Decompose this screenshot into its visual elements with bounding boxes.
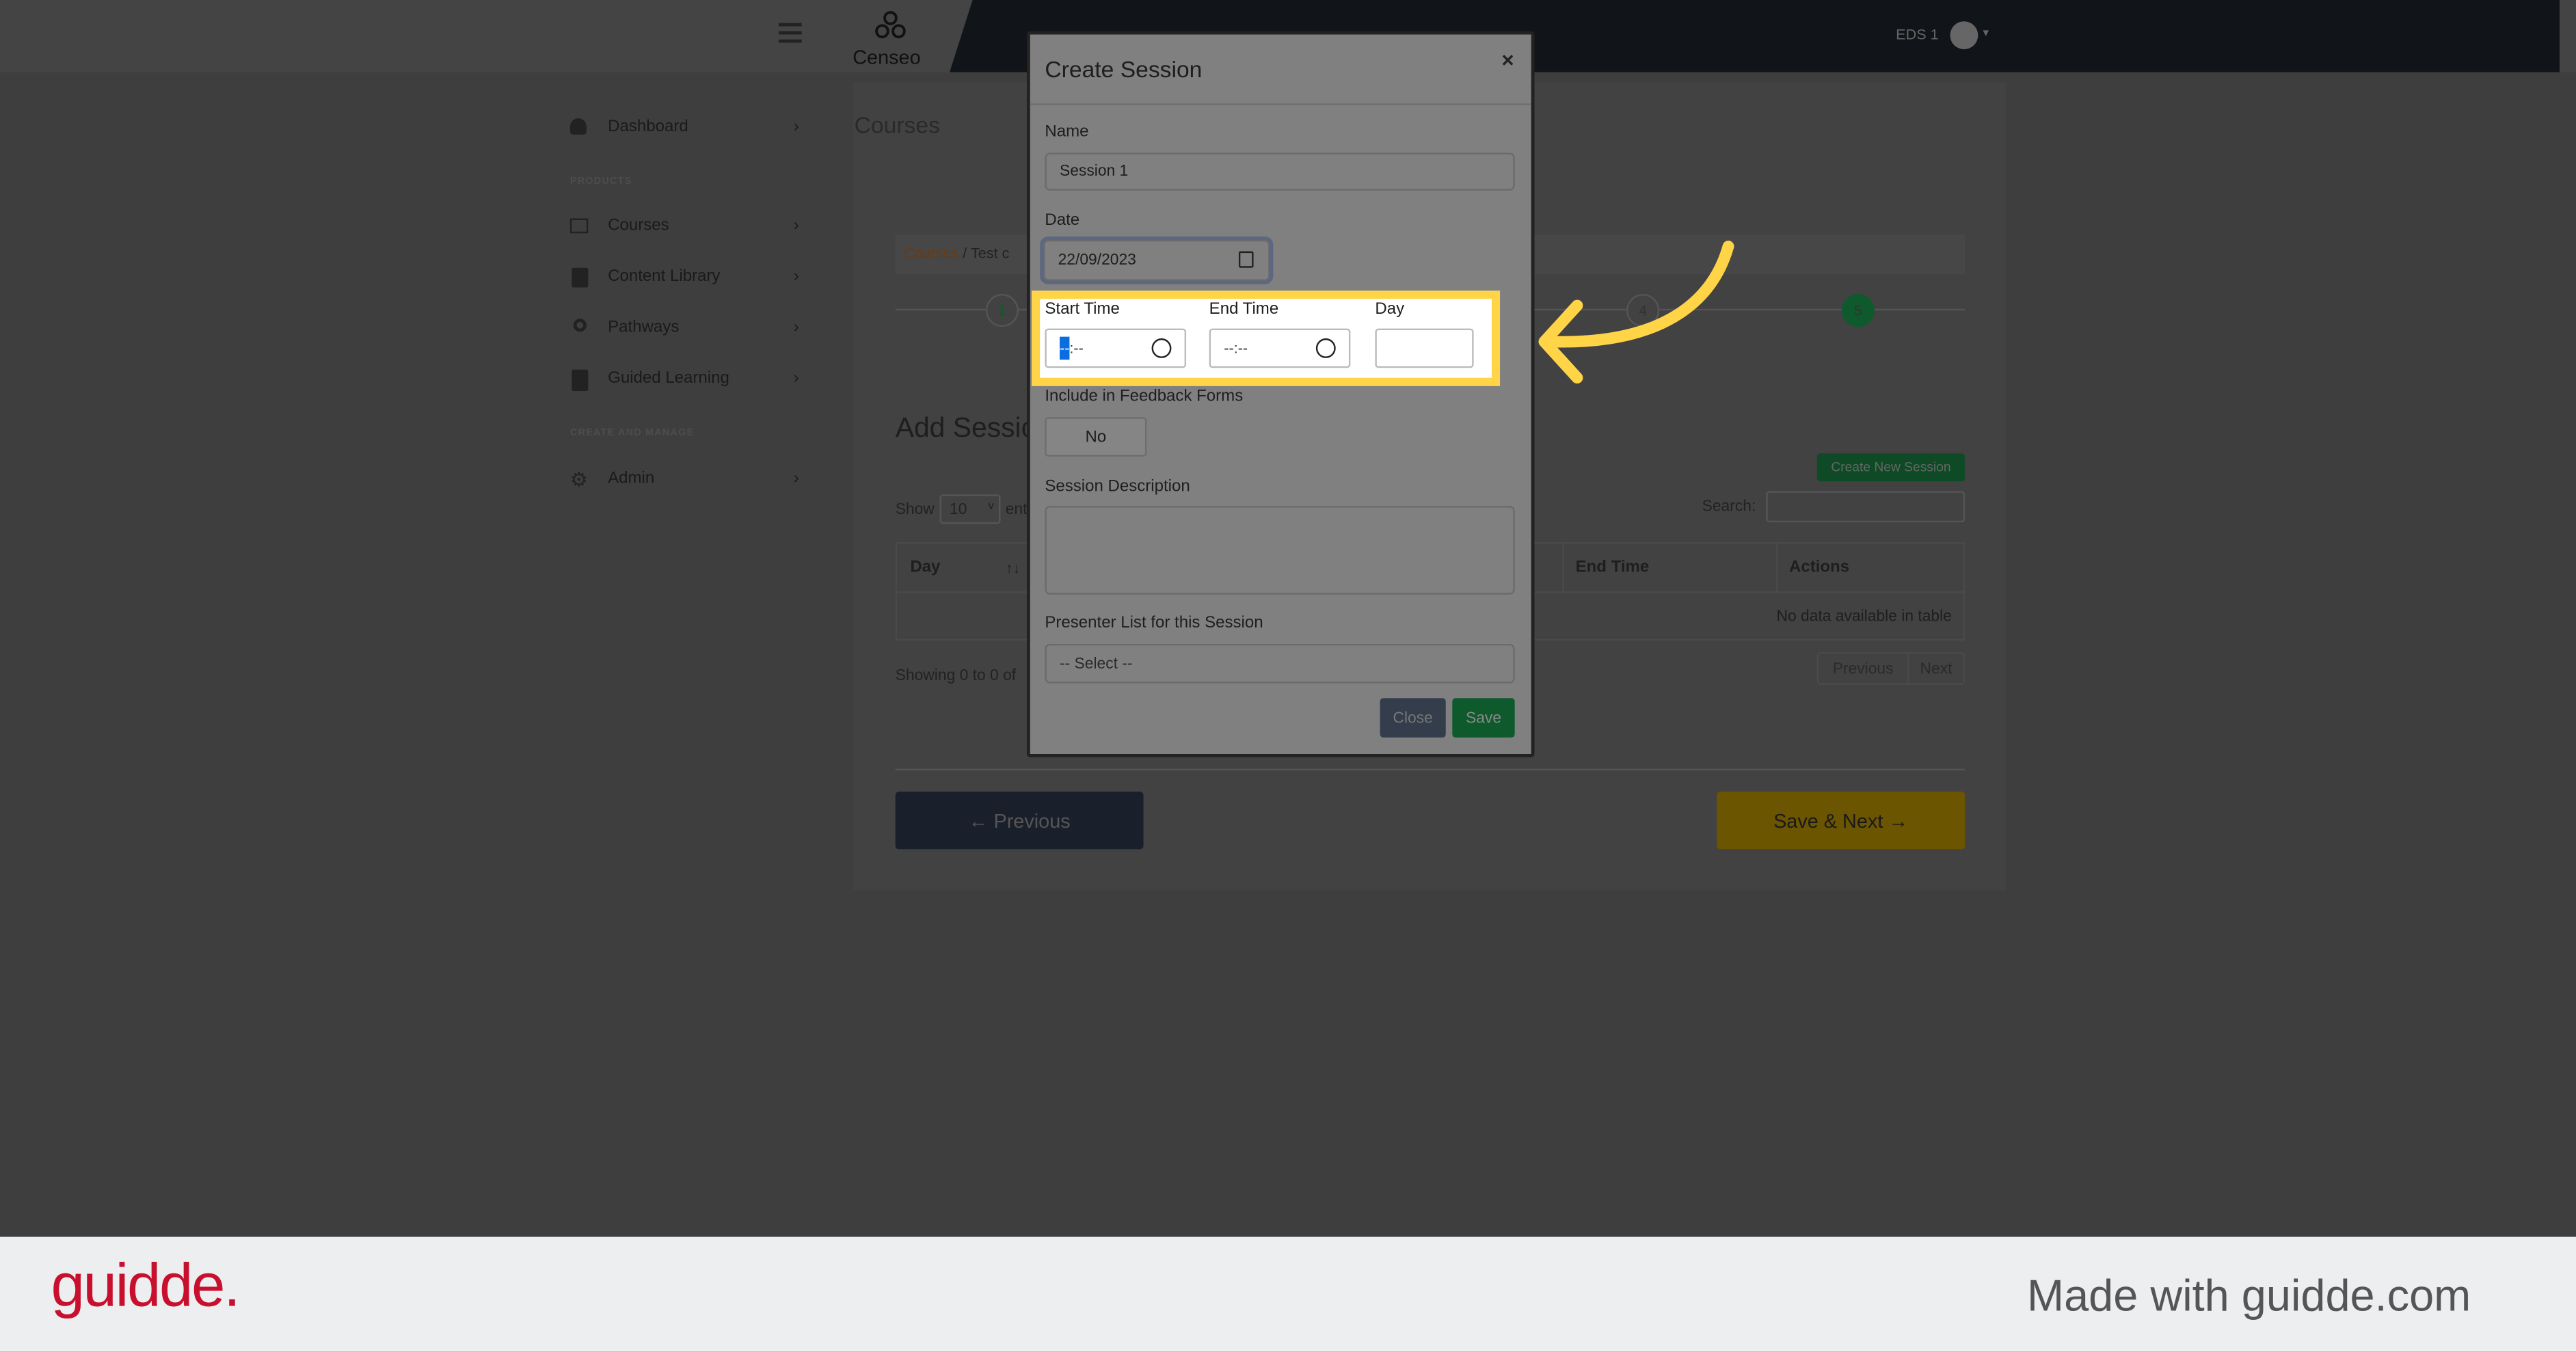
sidebar-item-guided-learning[interactable]: Guided Learning [608, 370, 729, 388]
date-input[interactable]: 22/09/2023 [1043, 239, 1270, 281]
start-time-hour-segment[interactable]: -- [1059, 336, 1070, 360]
dashboard-icon [569, 118, 587, 135]
step-5[interactable]: 5 [1841, 294, 1875, 327]
brand-name: Censeo [853, 46, 921, 69]
breadcrumb-separator: / [963, 245, 967, 262]
end-time-value: --:-- [1224, 340, 1248, 357]
sort-icon[interactable]: ↑↓ [1942, 560, 1957, 576]
pagination-previous[interactable]: Previous [1819, 653, 1909, 684]
column-header-end-time[interactable]: End Time [1576, 558, 1650, 576]
calendar-icon[interactable] [1238, 251, 1254, 268]
clock-icon[interactable] [1151, 338, 1172, 358]
create-new-session-button[interactable]: Create New Session [1816, 453, 1965, 482]
app: Censeo EDS 1 ▾ Dashboard › PRODUCTS Cour… [0, 0, 2576, 1352]
chevron-right-icon: › [793, 319, 799, 337]
day-label: Day [1375, 300, 1405, 319]
description-label: Session Description [1045, 478, 1190, 496]
previous-button[interactable]: ← Previous [895, 792, 1144, 850]
date-value: 22/09/2023 [1058, 251, 1136, 270]
chevron-right-icon: › [793, 470, 799, 488]
sidebar-item-content-library[interactable]: Content Library [608, 268, 720, 286]
caret-down-icon[interactable]: ▾ [1983, 26, 1989, 40]
guidde-logo: guidde. [51, 1252, 240, 1319]
entries-label: ent [1005, 500, 1028, 519]
breadcrumb-courses-link[interactable]: Courses [904, 245, 959, 261]
end-time-label: End Time [1209, 300, 1279, 319]
name-input[interactable]: Session 1 [1045, 152, 1515, 191]
page-title: Courses [854, 111, 940, 138]
arrow-right-icon: → [1883, 809, 1909, 833]
description-textarea[interactable] [1045, 506, 1515, 595]
sort-icon[interactable]: ↑↓ [1752, 560, 1767, 576]
showing-info: Showing 0 to 0 of [895, 666, 1017, 686]
column-divider [1775, 543, 1778, 593]
search-label: Search: [1702, 498, 1756, 516]
chevron-down-icon: v [988, 500, 994, 513]
feedback-label: Include in Feedback Forms [1045, 388, 1244, 406]
close-icon[interactable]: × [1501, 48, 1514, 72]
avatar-icon[interactable] [1950, 21, 1978, 50]
save-next-label: Save & Next [1773, 809, 1883, 833]
empty-table-message: No data available in table [1776, 608, 1952, 626]
clipboard-icon [572, 369, 589, 391]
chevron-right-icon: › [793, 267, 799, 286]
column-divider [1562, 543, 1564, 593]
entries-value: 10 [949, 500, 967, 519]
pointer-arrow-icon [1538, 241, 1734, 384]
sidebar-section-products: PRODUCTS [569, 177, 632, 187]
user-name[interactable]: EDS 1 [1896, 26, 1939, 42]
name-label: Name [1045, 123, 1089, 141]
chevron-right-icon: › [793, 118, 799, 137]
column-header-day[interactable]: Day [910, 558, 940, 576]
save-next-button[interactable]: Save & Next → [1717, 792, 1965, 850]
clock-icon[interactable] [1315, 338, 1336, 358]
award-icon [573, 319, 587, 332]
gear-icon: ⚙ [569, 468, 588, 491]
column-header-actions[interactable]: Actions [1789, 558, 1849, 576]
presenter-label: Presenter List for this Session [1045, 614, 1263, 633]
breadcrumb-current: Test c [970, 245, 1010, 262]
previous-label: Previous [993, 809, 1071, 833]
arrow-left-icon: ← [968, 809, 994, 833]
section-title: Add Sessio [895, 412, 1037, 444]
divider [895, 768, 1965, 771]
save-button[interactable]: Save [1452, 698, 1515, 738]
entries-select[interactable]: 10 v [939, 494, 1001, 524]
show-label: Show [895, 500, 935, 519]
modal-title: Create Session [1045, 55, 1203, 83]
start-time-input[interactable]: --:-- [1045, 328, 1187, 368]
close-button[interactable]: Close [1380, 698, 1446, 738]
sidebar-item-courses[interactable]: Courses [608, 217, 669, 234]
modal-divider [1030, 103, 1531, 105]
sidebar-item-pathways[interactable]: Pathways [608, 319, 679, 336]
book-icon [572, 267, 589, 288]
hamburger-icon[interactable] [779, 23, 802, 43]
pagination: Previous Next [1816, 652, 1965, 686]
step-1[interactable]: 1 [985, 294, 1019, 327]
end-time-input[interactable]: --:-- [1209, 328, 1351, 368]
sidebar-section-create-manage: CREATE AND MANAGE [569, 429, 695, 439]
feedback-toggle-button[interactable]: No [1045, 417, 1147, 457]
chevron-right-icon: › [793, 217, 799, 235]
sidebar-item-admin[interactable]: Admin [608, 470, 654, 487]
censeo-logo [875, 11, 906, 38]
start-time-rest: :-- [1069, 340, 1084, 357]
footer-tagline: Made with guidde.com [2027, 1271, 2471, 1321]
chevron-right-icon: › [793, 369, 799, 388]
sidebar-item-dashboard[interactable]: Dashboard [608, 118, 688, 136]
date-label: Date [1045, 211, 1080, 230]
search-input[interactable] [1766, 491, 1965, 523]
start-time-label: Start Time [1045, 300, 1120, 319]
day-input[interactable] [1375, 328, 1474, 368]
presenter-select[interactable]: -- Select -- [1045, 644, 1515, 684]
pagination-next[interactable]: Next [1909, 653, 1963, 683]
sort-icon[interactable]: ↑↓ [1006, 560, 1021, 576]
courses-icon [569, 218, 589, 234]
